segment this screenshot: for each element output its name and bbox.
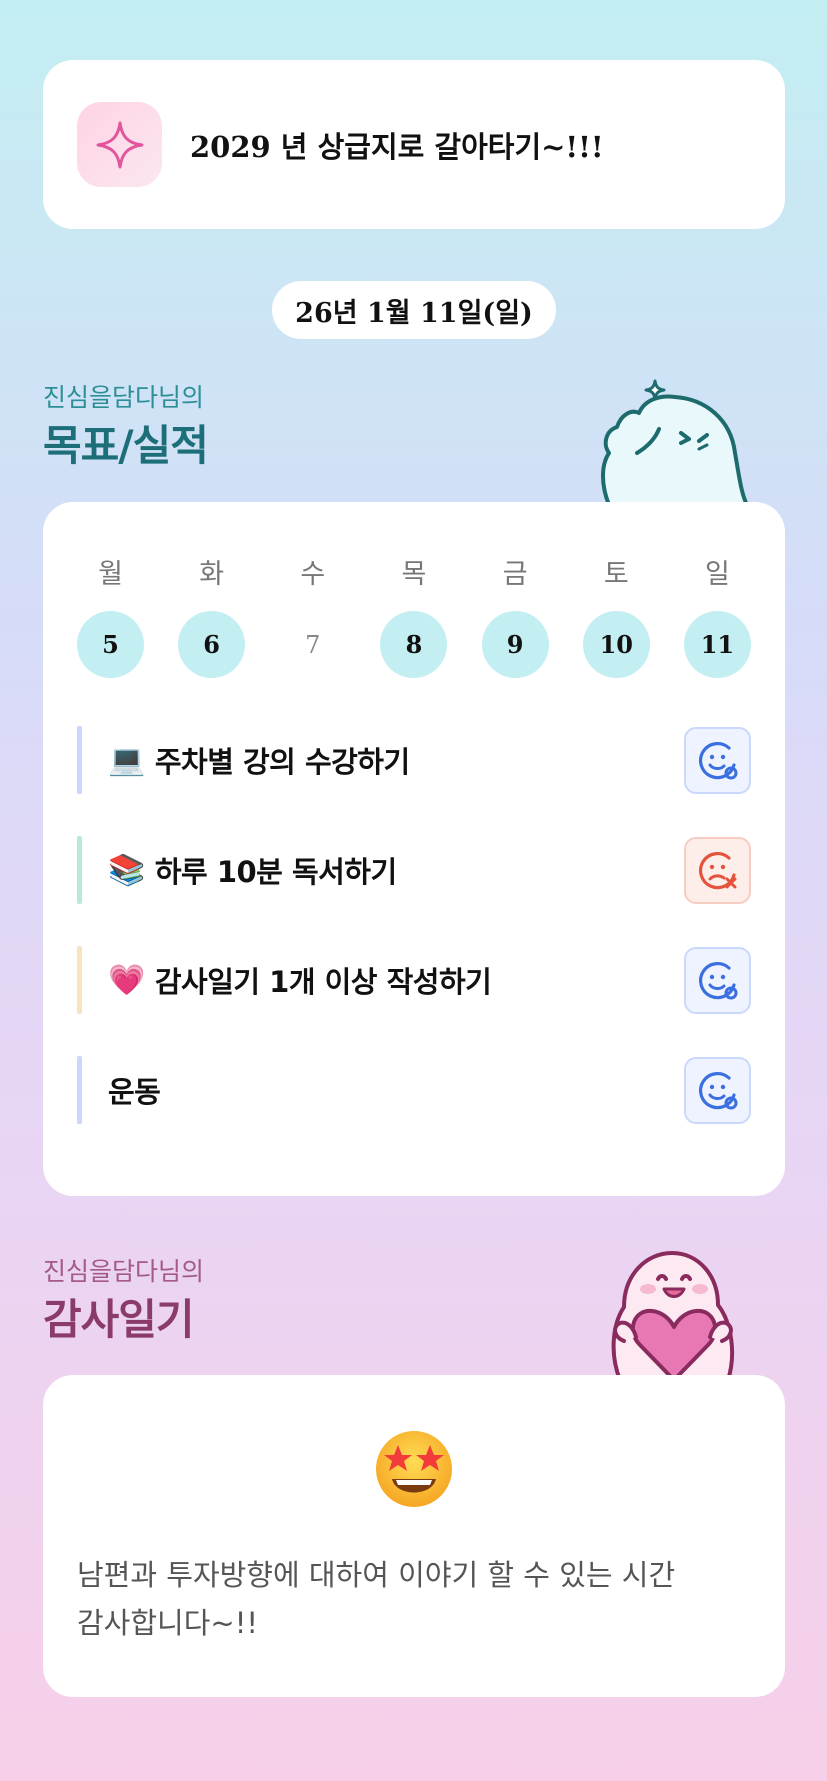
day-row: 5 6 7 8 9 10 11 xyxy=(77,611,751,678)
smile-check-icon xyxy=(698,1072,737,1110)
tracker-title: 목표/실적 xyxy=(43,421,209,470)
gratitude-diary-card[interactable]: 남편과 투자방향에 대하여 이야기 할 수 있는 시간 감사합니다~!! xyxy=(43,1375,785,1697)
diary-text-line: 감사합니다~!! xyxy=(77,1606,258,1640)
goal-card[interactable]: 2029 년 상급지로 갈아타기~!!! xyxy=(43,60,785,229)
habit-label: 📚 하루 10분 독서하기 xyxy=(108,849,684,891)
habit-row[interactable]: 💗 감사일기 1개 이상 작성하기 xyxy=(77,946,751,1014)
day-8[interactable]: 8 xyxy=(380,611,448,678)
habit-color-bar xyxy=(77,946,82,1014)
day-11[interactable]: 11 xyxy=(683,611,751,678)
diary-title: 감사일기 xyxy=(43,1295,195,1344)
habit-color-bar xyxy=(77,836,82,904)
weekday-label: 금 xyxy=(502,559,528,590)
ghost-mascot-icon xyxy=(601,379,749,505)
habit-label: 💗 감사일기 1개 이상 작성하기 xyxy=(108,959,684,1001)
habit-row[interactable]: 💻 주차별 강의 수강하기 xyxy=(77,726,751,794)
habit-text: 운동 xyxy=(108,1075,161,1109)
habit-label: 운동 xyxy=(108,1069,684,1111)
habit-row[interactable]: 📚 하루 10분 독서하기 xyxy=(77,836,751,904)
smile-check-icon xyxy=(698,962,737,1000)
diary-owner: 진심을담다님의 xyxy=(43,1257,205,1286)
day-10[interactable]: 10 xyxy=(582,611,650,678)
goal-text: 2029 년 상급지로 갈아타기~!!! xyxy=(190,129,604,164)
date-pill[interactable]: 26년 1월 11일(일) xyxy=(272,281,556,339)
status-done-button[interactable] xyxy=(684,726,751,794)
status-done-button[interactable] xyxy=(684,946,751,1014)
tracker-owner: 진심을담다님의 xyxy=(43,383,205,412)
star-struck-emoji-icon xyxy=(376,1431,452,1507)
weekday-label: 수 xyxy=(300,559,326,590)
status-missed-button[interactable] xyxy=(684,836,751,904)
habit-tracker-card: 월 화 수 목 금 토 일 5 6 7 8 9 10 11 💻 주차별 강의 수… xyxy=(43,502,785,1196)
sad-x-icon xyxy=(698,852,736,890)
weekday-label: 월 xyxy=(98,559,123,590)
weekday-row: 월 화 수 목 금 토 일 xyxy=(77,552,751,591)
habit-color-bar xyxy=(77,1056,82,1124)
habit-text: 주차별 강의 수강하기 xyxy=(154,745,410,779)
weekday-label: 일 xyxy=(705,559,730,590)
habit-row[interactable]: 운동 xyxy=(77,1056,751,1124)
weekday-label: 화 xyxy=(199,559,225,590)
habit-label: 💻 주차별 강의 수강하기 xyxy=(108,739,684,781)
sparkle-icon xyxy=(77,102,162,187)
day-6[interactable]: 6 xyxy=(178,611,246,678)
diary-text: 남편과 투자방향에 대하여 이야기 할 수 있는 시간 감사합니다~!! xyxy=(77,1551,757,1647)
day-9[interactable]: 9 xyxy=(481,611,549,678)
books-icon: 📚 xyxy=(108,852,145,888)
diary-text-line: 남편과 투자방향에 대하여 이야기 할 수 있는 시간 xyxy=(77,1558,676,1592)
status-done-button[interactable] xyxy=(684,1056,751,1124)
weekday-label: 목 xyxy=(401,559,427,590)
day-7[interactable]: 7 xyxy=(279,611,346,678)
weekday-label: 토 xyxy=(603,559,629,590)
heart-mascot-icon xyxy=(611,1251,735,1380)
day-5[interactable]: 5 xyxy=(77,611,144,678)
habit-text: 감사일기 1개 이상 작성하기 xyxy=(154,965,492,999)
smile-check-icon xyxy=(698,742,737,780)
habit-color-bar xyxy=(77,726,82,794)
habit-text: 하루 10분 독서하기 xyxy=(154,855,397,889)
laptop-icon: 💻 xyxy=(108,742,145,778)
heart-icon: 💗 xyxy=(108,962,145,998)
